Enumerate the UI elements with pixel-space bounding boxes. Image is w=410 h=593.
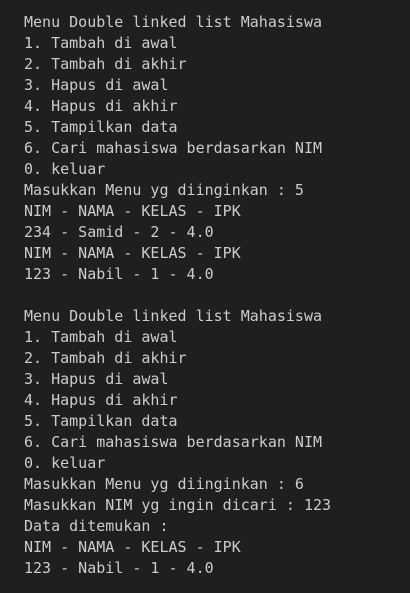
menu-option-4: 4. Hapus di akhir: [24, 97, 178, 115]
menu-prompt: Masukkan Menu yg diinginkan : 6: [24, 475, 304, 493]
menu-option-6: 6. Cari mahasiswa berdasarkan NIM: [24, 139, 323, 157]
menu-option-4: 4. Hapus di akhir: [24, 391, 178, 409]
menu-option-5: 5. Tampilkan data: [24, 118, 178, 136]
menu-title: Menu Double linked list Mahasiswa: [24, 307, 323, 325]
menu-option-0: 0. keluar: [24, 454, 106, 472]
menu-option-5: 5. Tampilkan data: [24, 412, 178, 430]
table-row: 123 - Nabil - 1 - 4.0: [24, 265, 214, 283]
table-header: NIM - NAMA - KELAS - IPK: [24, 244, 241, 262]
menu-option-3: 3. Hapus di awal: [24, 370, 169, 388]
menu-option-2: 2. Tambah di akhir: [24, 349, 187, 367]
search-result-label: Data ditemukan :: [24, 517, 169, 535]
menu-option-1: 1. Tambah di awal: [24, 328, 178, 346]
table-row: 234 - Samid - 2 - 4.0: [24, 223, 214, 241]
menu-option-2: 2. Tambah di akhir: [24, 55, 187, 73]
menu-title: Menu Double linked list Mahasiswa: [24, 13, 323, 31]
table-header: NIM - NAMA - KELAS - IPK: [24, 202, 241, 220]
menu-option-1: 1. Tambah di awal: [24, 34, 178, 52]
search-nim-prompt: Masukkan NIM yg ingin dicari : 123: [24, 496, 332, 514]
menu-option-3: 3. Hapus di awal: [24, 76, 169, 94]
menu-prompt: Masukkan Menu yg diinginkan : 5: [24, 181, 304, 199]
terminal-output[interactable]: Menu Double linked list Mahasiswa 1. Tam…: [0, 0, 410, 593]
table-row: 123 - Nabil - 1 - 4.0: [24, 559, 214, 577]
menu-option-6: 6. Cari mahasiswa berdasarkan NIM: [24, 433, 323, 451]
menu-option-0: 0. keluar: [24, 160, 106, 178]
table-header: NIM - NAMA - KELAS - IPK: [24, 538, 241, 556]
